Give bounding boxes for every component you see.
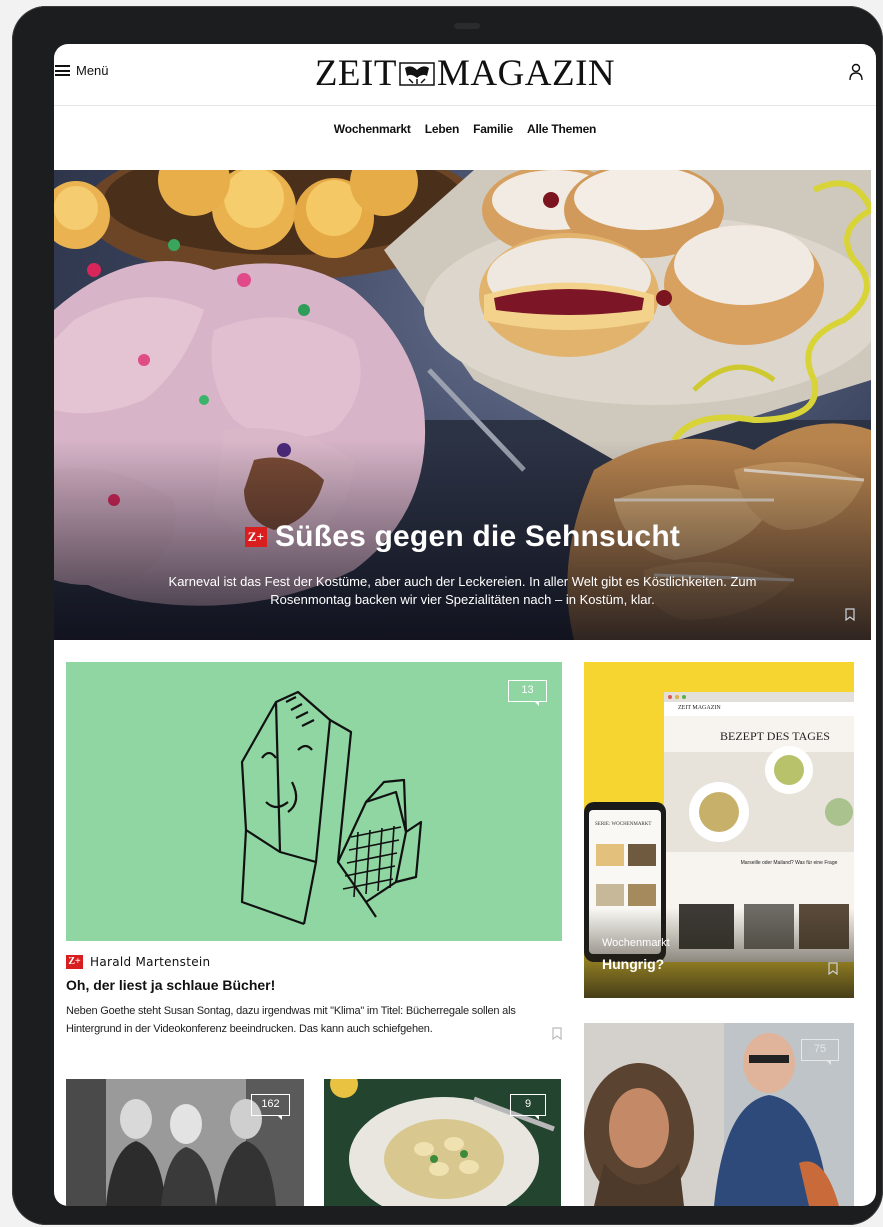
screen-heading: BEZEPT DES TAGES bbox=[720, 729, 830, 743]
comment-bubble-icon bbox=[534, 1115, 539, 1120]
comment-count: 9 bbox=[510, 1094, 546, 1116]
hero-subtitle: Karneval ist das Fest der Kostüme, aber … bbox=[168, 574, 757, 607]
bookmark-icon[interactable] bbox=[828, 962, 838, 975]
promo-gradient bbox=[584, 908, 854, 998]
main-navigation: Wochenmarkt Leben Familie Alle Themen bbox=[54, 108, 876, 148]
logo-text-zeit: ZEIT bbox=[314, 53, 397, 94]
nav-item-wochenmarkt[interactable]: Wochenmarkt bbox=[334, 108, 411, 148]
comment-count-badge[interactable]: 13 bbox=[508, 680, 547, 706]
eagle-icon bbox=[399, 62, 435, 86]
screen-article-title: Marseille oder Mailand? Was für eine Fra… bbox=[740, 860, 838, 866]
comment-count-badge[interactable]: 9 bbox=[510, 1094, 546, 1120]
phone-heading: SERIE: WOCHENMARKT bbox=[595, 822, 652, 827]
zplus-badge: Z+ bbox=[244, 527, 267, 547]
book-illustration: 13 bbox=[66, 662, 562, 941]
hero-teaser[interactable]: Z+ Süßes gegen die Sehnsucht Karneval ist… bbox=[54, 170, 871, 640]
site-header: Menü ZEIT MAGAZIN bbox=[54, 44, 876, 106]
screen-logo: ZEIT MAGAZIN bbox=[678, 705, 721, 711]
bookmark-icon[interactable] bbox=[552, 1027, 562, 1040]
hero-headline[interactable]: Z+ Süßes gegen die Sehnsucht bbox=[54, 520, 871, 554]
book-drawing bbox=[240, 690, 423, 926]
comment-bubble-icon bbox=[826, 1060, 831, 1065]
teaser-thumbnail-gnocchi[interactable]: 9 bbox=[324, 1079, 561, 1206]
comment-count: 13 bbox=[508, 680, 547, 702]
teaser-thumbnail-family[interactable]: 162 bbox=[66, 1079, 304, 1206]
nav-item-alle-themen[interactable]: Alle Themen bbox=[527, 108, 596, 148]
teaser-martenstein[interactable]: 13 Z+ Harald Martenstein Oh, der liest j… bbox=[66, 662, 562, 1040]
hero-title-text: Süßes gegen die Sehnsucht bbox=[274, 520, 681, 553]
author-row: Z+ Harald Martenstein bbox=[66, 955, 210, 969]
wochenmarkt-promo[interactable]: ZEIT MAGAZIN BEZEPT DES TAGES Marseille … bbox=[584, 662, 854, 998]
author-name: Harald Martenstein bbox=[90, 955, 211, 969]
bookmark-icon[interactable] bbox=[845, 608, 855, 621]
promo-headline: Hungrig? bbox=[602, 956, 665, 972]
nav-item-leben[interactable]: Leben bbox=[425, 108, 460, 148]
comment-bubble-icon bbox=[277, 1115, 282, 1120]
comment-bubble-icon bbox=[534, 701, 539, 706]
teaser-headline[interactable]: Oh, der liest ja schlaue Bücher! bbox=[66, 977, 275, 993]
zplus-badge: Z+ bbox=[66, 955, 83, 969]
logo-text-magazin: MAGAZIN bbox=[436, 53, 616, 94]
camera bbox=[454, 23, 480, 29]
user-icon[interactable] bbox=[848, 63, 864, 81]
nav-item-familie[interactable]: Familie bbox=[473, 108, 513, 148]
site-logo[interactable]: ZEIT MAGAZIN bbox=[54, 52, 876, 95]
promo-kicker: Wochenmarkt bbox=[602, 937, 670, 949]
browser-viewport: Menü ZEIT MAGAZIN Wochenmarkt Leben Fami… bbox=[54, 44, 876, 1206]
comment-count: 75 bbox=[801, 1039, 839, 1061]
teaser-summary: Neben Goethe steht Susan Sontag, dazu ir… bbox=[66, 1005, 516, 1035]
comment-count-badge[interactable]: 75 bbox=[801, 1039, 839, 1065]
comment-count: 162 bbox=[251, 1094, 290, 1116]
teaser-thumbnail-makeup[interactable]: 75 bbox=[584, 1023, 854, 1206]
tablet-frame: Menü ZEIT MAGAZIN Wochenmarkt Leben Fami… bbox=[12, 6, 883, 1225]
comment-count-badge[interactable]: 162 bbox=[251, 1094, 290, 1120]
